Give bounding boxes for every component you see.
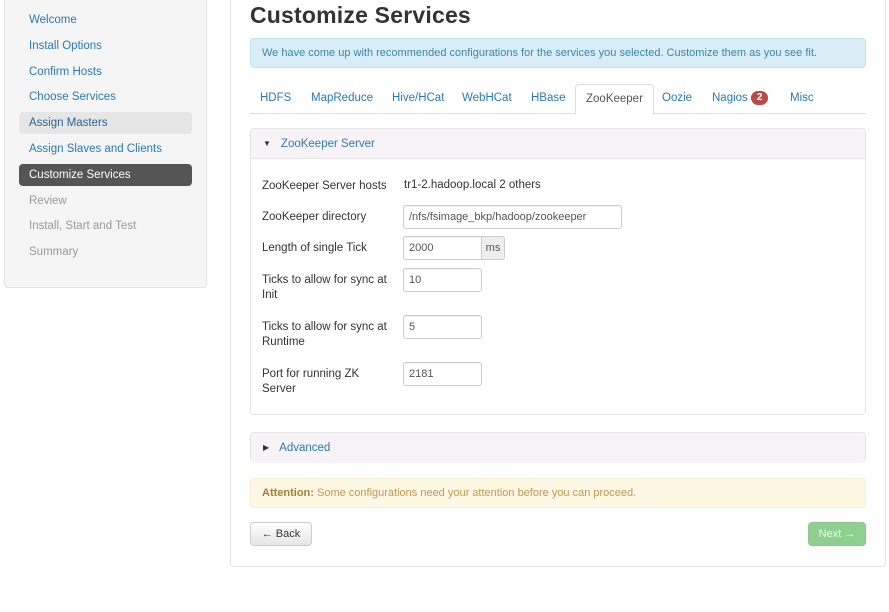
section-title: ZooKeeper Server xyxy=(280,138,375,150)
sync-limit-label-line2: Runtime xyxy=(262,336,305,348)
tab-label: ZooKeeper xyxy=(586,93,643,105)
client-port-label: Port for running ZK Server xyxy=(262,367,392,397)
back-button[interactable]: ← Back xyxy=(250,522,312,546)
advanced-section-header[interactable]: ▶ Advanced xyxy=(251,433,865,463)
zk-directory-input[interactable] xyxy=(403,205,622,229)
sidebar-item-review: Review xyxy=(29,194,67,207)
wizard-sidebar: Welcome Install Options Confirm Hosts Ch… xyxy=(4,0,207,288)
init-limit-input[interactable] xyxy=(403,268,482,292)
sidebar-item-welcome[interactable]: Welcome xyxy=(19,9,192,31)
client-port-input[interactable] xyxy=(403,362,482,386)
zk-hosts-value: tr1-2.hadoop.local 2 others xyxy=(404,179,541,191)
sidebar-item-summary: Summary xyxy=(29,246,79,259)
sidebar-item-assign-slaves[interactable]: Assign Slaves and Clients xyxy=(19,138,192,160)
service-tabs: HDFS MapReduce Hive/HCat WebHCat HBase Z… xyxy=(250,84,866,115)
tab-label: WebHCat xyxy=(462,92,512,104)
caret-down-icon: ▼ xyxy=(263,139,271,148)
page-title: Customize Services xyxy=(250,2,471,28)
next-button[interactable]: Next → xyxy=(808,522,866,546)
tab-zookeeper[interactable]: ZooKeeper xyxy=(575,84,654,115)
tab-label: HDFS xyxy=(260,92,292,104)
section-title: Advanced xyxy=(279,442,331,454)
sidebar-item-assign-masters[interactable]: Assign Masters xyxy=(19,112,192,135)
tick-unit-addon: ms xyxy=(481,236,505,260)
tab-mapreduce[interactable]: MapReduce xyxy=(301,84,383,114)
tab-hdfs[interactable]: HDFS xyxy=(250,84,301,114)
sync-limit-label-line1: Ticks to allow for sync at xyxy=(262,321,387,333)
tick-length-input[interactable] xyxy=(403,236,482,260)
tab-label: MapReduce xyxy=(311,92,374,104)
zookeeper-server-section-header[interactable]: ▼ ZooKeeper Server xyxy=(251,129,865,159)
tab-label: Oozie xyxy=(662,92,693,104)
tab-label: Nagios xyxy=(712,92,748,104)
caret-right-icon: ▶ xyxy=(263,443,270,452)
init-limit-label: Ticks to allow for sync at Init xyxy=(262,273,392,303)
sidebar-item-customize-services[interactable]: Customize Services xyxy=(19,163,192,186)
attention-message: Some configurations need your attention … xyxy=(313,487,637,499)
tab-hive-hcat[interactable]: Hive/HCat xyxy=(382,84,454,114)
sidebar-item-install-start-test: Install, Start and Test xyxy=(29,220,137,233)
tab-hbase[interactable]: HBase xyxy=(521,84,576,114)
zk-directory-label: ZooKeeper directory xyxy=(262,211,367,223)
advanced-section: ▶ Advanced xyxy=(250,432,866,463)
tab-oozie[interactable]: Oozie xyxy=(652,84,702,114)
info-alert: We have come up with recommended configu… xyxy=(250,38,866,68)
zk-hosts-label: ZooKeeper Server hosts xyxy=(262,180,387,192)
init-limit-label-line2: Init xyxy=(262,289,278,301)
sync-limit-input[interactable] xyxy=(403,315,482,339)
client-port-label-line1: Port for running ZK xyxy=(262,368,360,380)
tab-nagios[interactable]: Nagios 2 xyxy=(702,84,778,114)
sidebar-item-choose-services[interactable]: Choose Services xyxy=(19,86,192,108)
sync-limit-label: Ticks to allow for sync at Runtime xyxy=(262,320,392,350)
tab-misc[interactable]: Misc xyxy=(780,84,824,114)
sidebar-item-install-options[interactable]: Install Options xyxy=(19,35,192,57)
attention-label: Attention: xyxy=(262,487,314,499)
attention-alert: Attention: Some configurations need your… xyxy=(250,478,866,508)
client-port-label-line2: Server xyxy=(262,383,296,395)
tab-label: HBase xyxy=(531,92,566,104)
tab-webhcat[interactable]: WebHCat xyxy=(452,84,522,114)
tab-label: Misc xyxy=(790,92,814,104)
nagios-alert-badge: 2 xyxy=(750,91,769,105)
tab-label: Hive/HCat xyxy=(392,92,445,104)
init-limit-label-line1: Ticks to allow for sync at xyxy=(262,274,387,286)
tick-length-label: Length of single Tick xyxy=(262,242,367,254)
sidebar-item-confirm-hosts[interactable]: Confirm Hosts xyxy=(19,61,192,83)
